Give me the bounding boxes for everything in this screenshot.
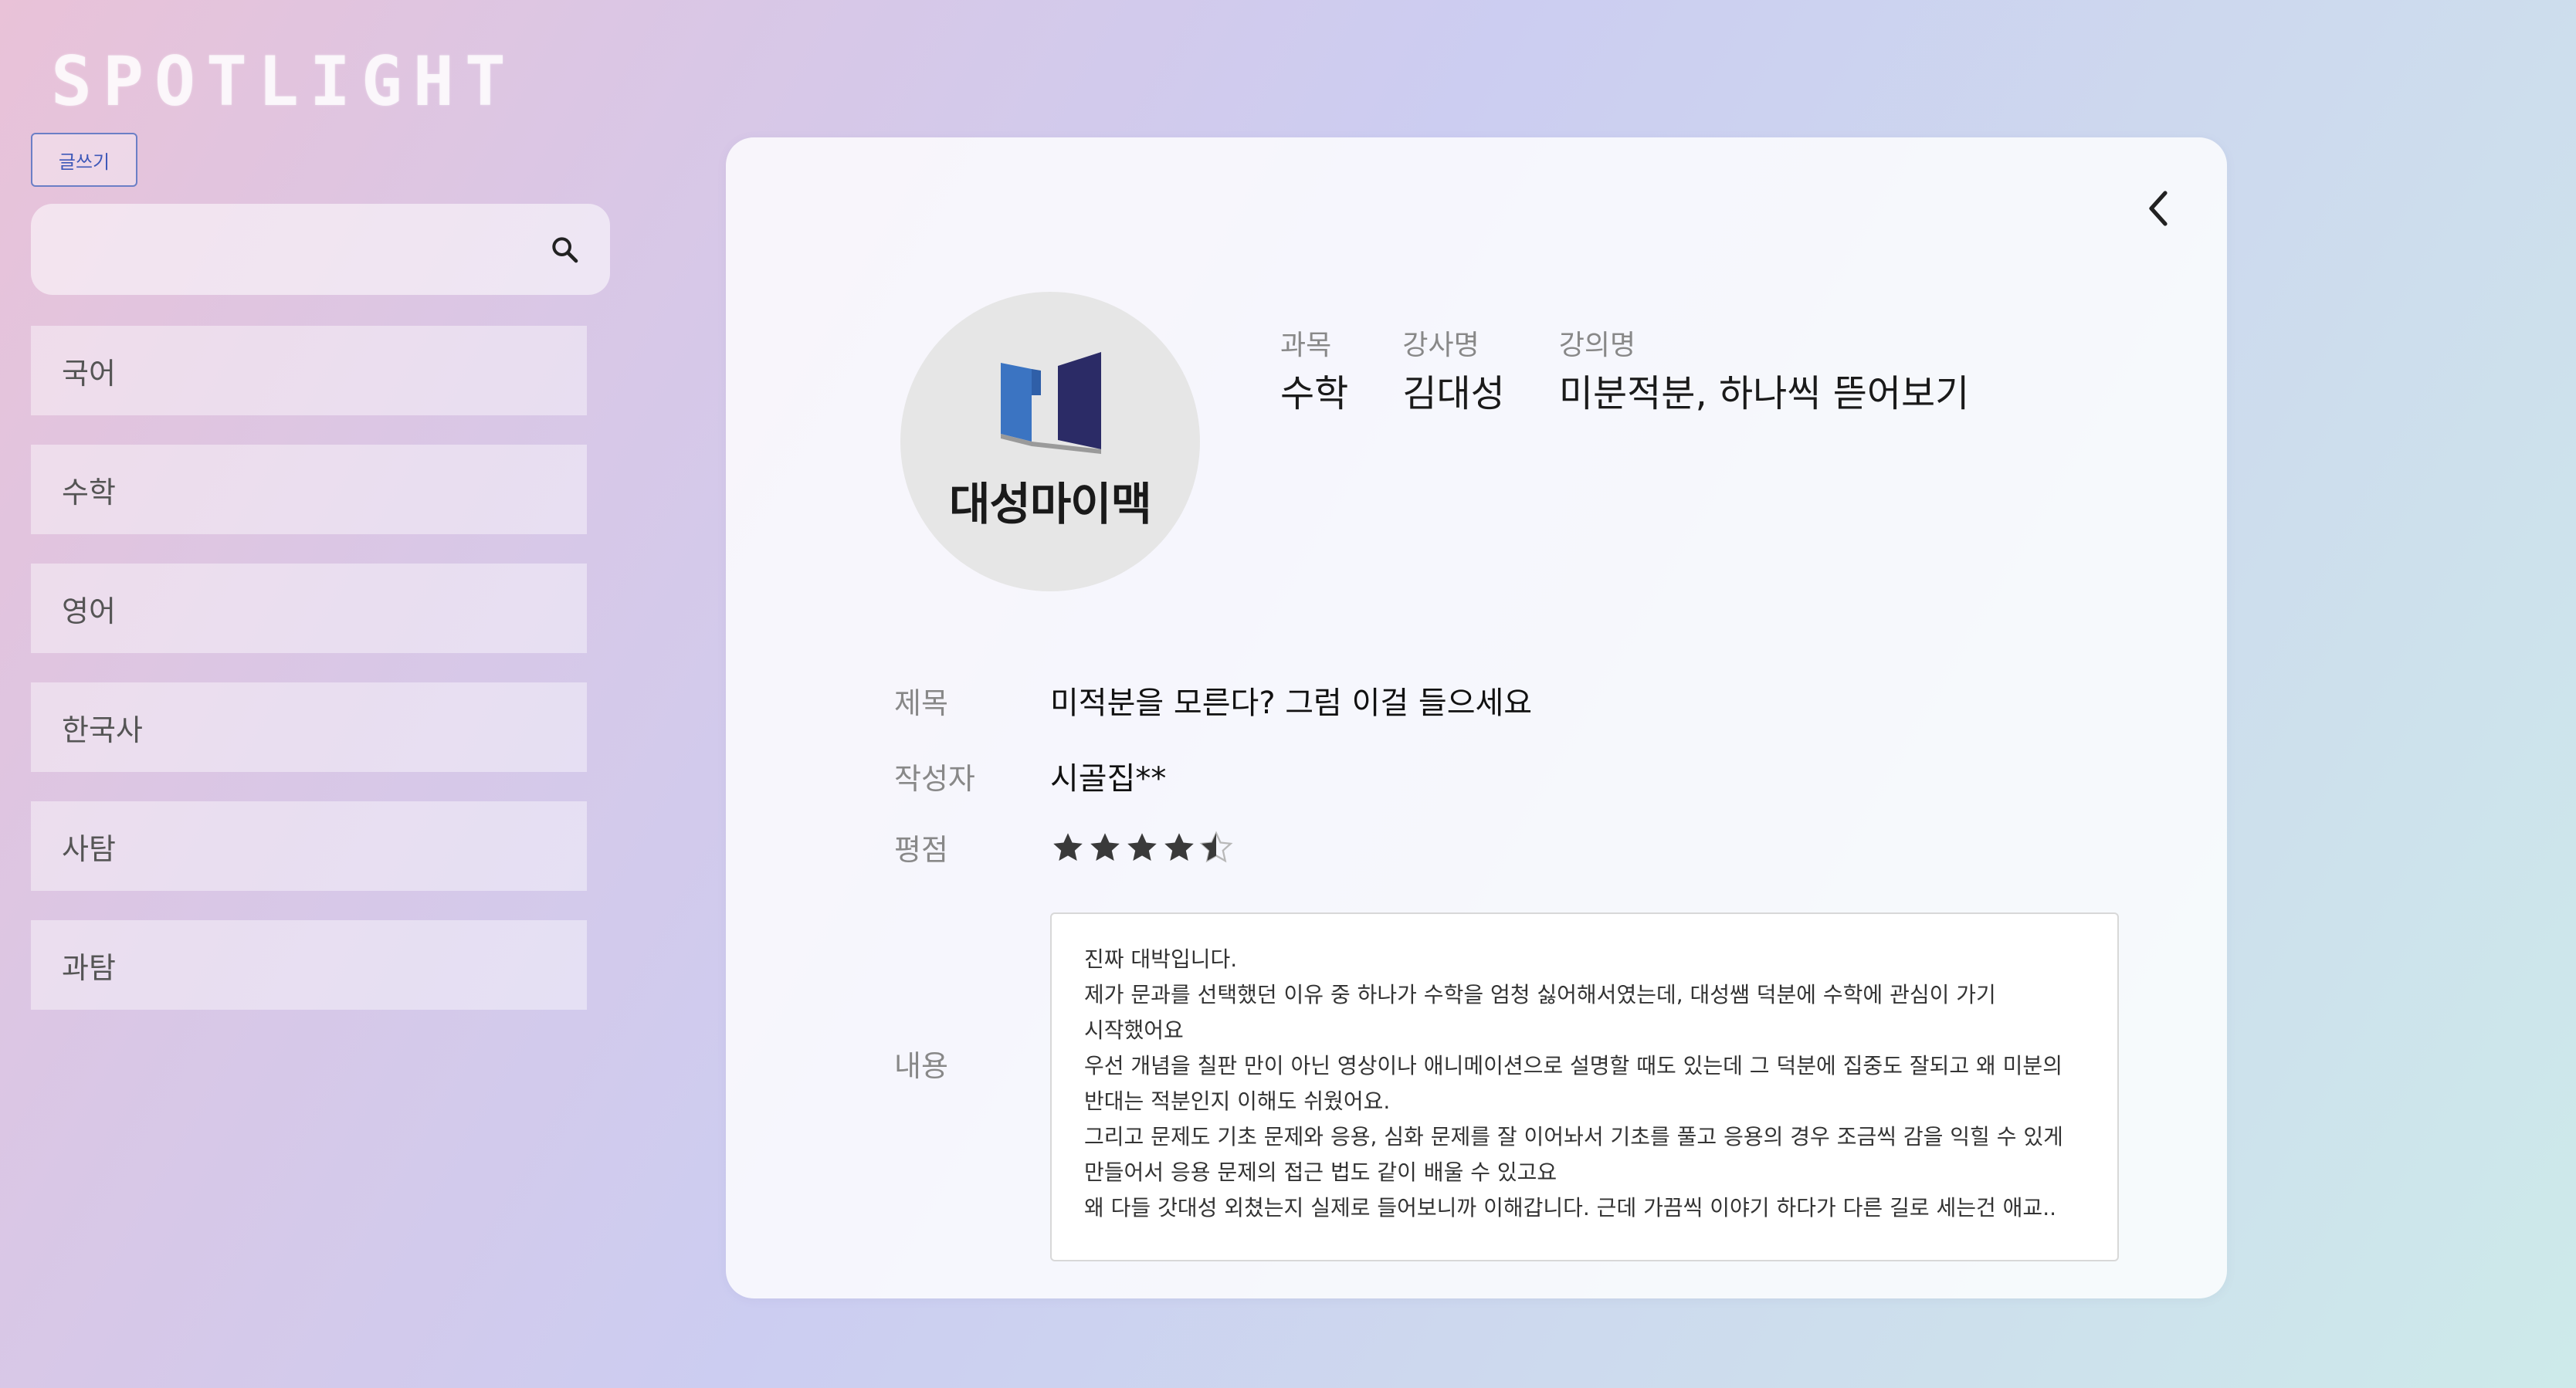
write-button[interactable]: 글쓰기 — [31, 133, 137, 187]
category-list: 국어 수학 영어 한국사 사탐 과탐 — [31, 326, 587, 1039]
field-title: 제목 미적분을 모른다? 그럼 이걸 들으세요 — [894, 678, 1532, 723]
back-button[interactable] — [2131, 181, 2187, 236]
content-line: 그리고 문제도 기초 문제와 응용, 심화 문제를 잘 이어놔서 기초를 풀고 … — [1084, 1124, 2063, 1149]
logo-text: 대성마이맥 — [949, 478, 1152, 530]
star-icon — [1164, 832, 1194, 861]
star-icon — [1053, 832, 1083, 861]
content-line: 만들어서 응용 문제의 접근 법도 같이 배울 수 있고요 — [1084, 1159, 1557, 1185]
content-line: 우선 개념을 칠판 만이 아닌 영상이나 애니메이션으로 설명할 때도 있는데 … — [1084, 1053, 2062, 1078]
field-rating: 평점 — [894, 826, 1235, 868]
content-line: 왜 다들 갓대성 외쳤는지 실제로 들어보니까 이해갑니다. 근데 가끔씩 이야… — [1084, 1195, 2056, 1220]
category-item-korean[interactable]: 국어 — [31, 326, 587, 415]
field-content-label-wrap: 내용 — [894, 1042, 1050, 1085]
rating-stars — [1050, 830, 1235, 865]
meta-lecture-label: 강의명 — [1558, 330, 1636, 361]
meta-subject: 과목 수학 — [1280, 330, 1349, 415]
search-bar — [31, 204, 610, 295]
category-item-social-studies[interactable]: 사탐 — [31, 801, 587, 891]
category-item-korean-history[interactable]: 한국사 — [31, 682, 587, 772]
meta-instructor-value: 김대성 — [1402, 372, 1505, 415]
instructor-logo: 대성마이맥 — [900, 292, 1200, 591]
meta-lecture-value: 미분적분, 하나씩 뜯어보기 — [1558, 372, 1970, 415]
search-icon[interactable] — [537, 222, 591, 276]
meta-subject-value: 수학 — [1280, 372, 1349, 415]
star-icon — [1199, 830, 1233, 862]
field-title-label: 제목 — [894, 686, 948, 720]
field-content-label: 내용 — [894, 1049, 948, 1083]
star-icon — [1127, 832, 1157, 861]
content-line: 진짜 대박입니다. — [1084, 946, 1238, 972]
daesung-mimac-logo-icon — [1001, 352, 1101, 454]
field-title-value: 미적분을 모른다? 그럼 이걸 들으세요 — [1050, 686, 1533, 721]
star-icon — [1090, 832, 1120, 861]
meta-instructor-label: 강사명 — [1402, 330, 1480, 361]
search-input[interactable] — [31, 204, 537, 295]
meta-subject-label: 과목 — [1280, 330, 1332, 361]
content-line: 시작했어요 — [1084, 1017, 1184, 1043]
chevron-left-icon — [2149, 191, 2168, 226]
field-author-label: 작성자 — [894, 761, 975, 796]
field-author: 작성자 시골집** — [894, 753, 1166, 798]
field-rating-label: 평점 — [894, 833, 948, 867]
field-author-value: 시골집** — [1050, 761, 1167, 797]
category-item-english[interactable]: 영어 — [31, 564, 587, 653]
content-line: 반대는 적분인지 이해도 쉬웠어요. — [1084, 1088, 1391, 1114]
lecture-meta: 과목 수학 강사명 김대성 강의명 미분적분, 하나씩 뜯어보기 — [1280, 330, 2023, 415]
review-content: 진짜 대박입니다. 제가 문과를 선택했던 이유 중 하나가 수학을 엄청 싫어… — [1050, 912, 2119, 1261]
review-detail-card: 대성마이맥 과목 수학 강사명 김대성 강의명 미분적분, 하나씩 뜯어보기 제… — [726, 137, 2227, 1298]
content-line: 제가 문과를 선택했던 이유 중 하나가 수학을 엄청 싫어해서였는데, 대성쌤… — [1084, 982, 1996, 1007]
category-item-math[interactable]: 수학 — [31, 445, 587, 534]
meta-instructor: 강사명 김대성 — [1402, 330, 1505, 415]
brand-logo: SPOTLIGHT — [51, 42, 517, 121]
category-item-science[interactable]: 과탐 — [31, 920, 587, 1010]
meta-lecture: 강의명 미분적분, 하나씩 뜯어보기 — [1558, 330, 1970, 415]
